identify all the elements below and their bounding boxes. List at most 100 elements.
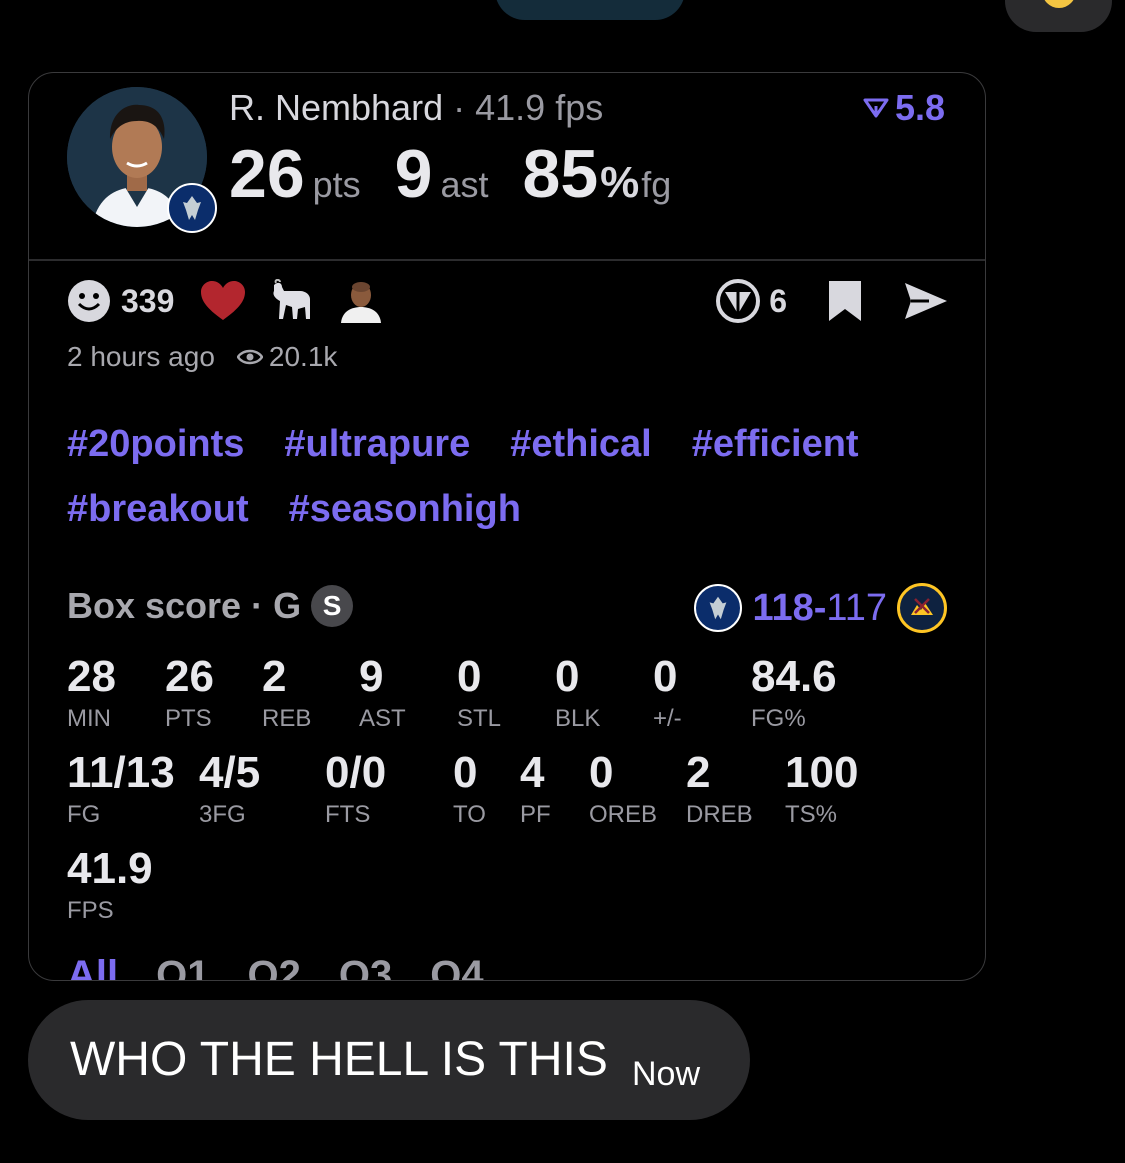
fps-label: 41.9 fps [475,87,604,128]
assists-value: 9 [394,136,433,212]
tab-q3[interactable]: Q3 [339,953,392,980]
stat-value: 0 [457,652,482,701]
team-score: 118 [752,586,814,629]
fg-unit: fg [641,164,672,205]
stat-dreb: 2 DREB [686,749,753,829]
player-header: R. Nembhard · 41.9 fps [229,87,603,129]
stat-value: 4/5 [199,748,261,797]
box-score-title: Box score · G [67,585,302,626]
box-score-header: Box score · G S [67,585,354,627]
stat-value: 26 [165,652,214,701]
stat-fg: 11/13 FG [67,749,175,829]
person-avatar-icon[interactable] [338,279,384,323]
hashtag[interactable]: #ethical [510,423,652,466]
nuggets-logo-icon [897,583,947,633]
stat-label: FG% [751,705,806,732]
mavericks-logo-icon [167,183,217,233]
stat-label: STL [457,705,502,732]
rating-value: 5.8 [894,87,945,128]
tab-q4[interactable]: Q4 [430,953,483,980]
post-actions: 6 [715,279,949,323]
stat-value: 0 [555,652,580,701]
hashtag[interactable]: #20points [67,423,244,466]
stat-oreb: 0 OREB [589,749,657,829]
stat-to: 0 TO [453,749,486,829]
bookmark-icon[interactable] [827,279,863,323]
send-icon[interactable] [903,281,949,321]
stat-label: AST [359,705,406,732]
stat-value: 41.9 [67,844,153,893]
stat-label: TO [453,801,486,828]
emoji-reaction-icon [1042,0,1076,8]
hashtag[interactable]: #efficient [692,423,859,466]
stat-value: 4 [520,748,545,797]
stat-label: +/- [653,705,682,732]
heart-icon[interactable] [200,280,246,322]
stat-blk: 0 BLK [555,653,600,733]
share-count: 6 [769,282,787,319]
reactions-bar[interactable]: 339 [67,279,384,323]
message-bubble[interactable]: WHO THE HELL IS THIS Now [28,1000,750,1120]
tab-all[interactable]: All [67,953,118,980]
goat-icon[interactable] [268,279,316,323]
eye-icon [236,349,263,365]
previous-message-bubble [495,0,685,20]
quarter-tabs: All Q1 Q2 Q3 Q4 [67,953,484,980]
hashtag[interactable]: #ultrapure [284,423,470,466]
post-meta: 2 hours ago 20.1k [67,341,337,373]
fg-value: 85 [522,136,599,212]
stat-min: 28 MIN [67,653,116,733]
smiley-icon[interactable] [67,279,111,323]
game-score[interactable]: 118-117 [694,583,947,633]
stat-label: OREB [589,801,658,828]
player-name[interactable]: R. Nembhard [229,87,443,128]
assists-unit: ast [440,164,489,205]
stat-value: 0 [589,748,614,797]
view-count: 20.1k [236,341,338,373]
rating: 5.8 [863,87,945,129]
headline-stats: 26 pts 9 ast 85 % fg [229,135,705,213]
points-value: 26 [229,136,305,212]
stat-pf: 4 PF [520,749,551,829]
hashtag[interactable]: #seasonhigh [289,488,521,531]
message-time: Now [632,1055,701,1093]
tab-q2[interactable]: Q2 [247,953,300,980]
vault-icon[interactable] [715,278,761,324]
time-ago: 2 hours ago [67,341,215,372]
fg-pct-sign: % [600,158,640,207]
stat-label: FPS [67,897,114,924]
stat-value: 9 [359,652,384,701]
mavericks-logo-icon [694,584,743,632]
stat-: 0 +/- [653,653,682,733]
stat-value: 84.6 [751,652,837,701]
hashtag[interactable]: #breakout [67,488,249,531]
stat-value: 100 [785,748,859,797]
stat-label: 3FG [199,801,246,828]
stat-label: MIN [67,705,111,732]
tab-q1[interactable]: Q1 [156,953,209,980]
divider [29,259,985,261]
hashtag-list: #20points #ultrapure #ethical #efficient… [67,423,947,531]
stat-value: 0 [653,652,678,701]
views-value: 20.1k [268,341,338,372]
message-text: WHO THE HELL IS THIS [70,1033,608,1086]
stat-value: 0 [453,748,478,797]
stat-reb: 2 REB [262,653,311,733]
opponent-score: 117 [826,586,887,629]
stat-value: 2 [262,652,287,701]
shared-post-card[interactable]: R. Nembhard · 41.9 fps 5.8 26 pts 9 ast … [28,72,986,981]
stat-label: PF [520,801,551,828]
reaction-count: 339 [121,282,175,319]
reaction-pill[interactable] [1005,0,1112,32]
stat-label: DREB [686,801,753,828]
points-unit: pts [312,164,361,205]
stat-label: BLK [555,705,601,732]
stat-label: REB [262,705,312,732]
stat-value: 28 [67,652,116,701]
separator: · [453,87,466,128]
stat-ts: 100 TS% [785,749,858,829]
stat-label: PTS [165,705,212,732]
stat-3fg: 4/5 3FG [199,749,260,829]
stat-label: FG [67,801,101,828]
stat-stl: 0 STL [457,653,501,733]
